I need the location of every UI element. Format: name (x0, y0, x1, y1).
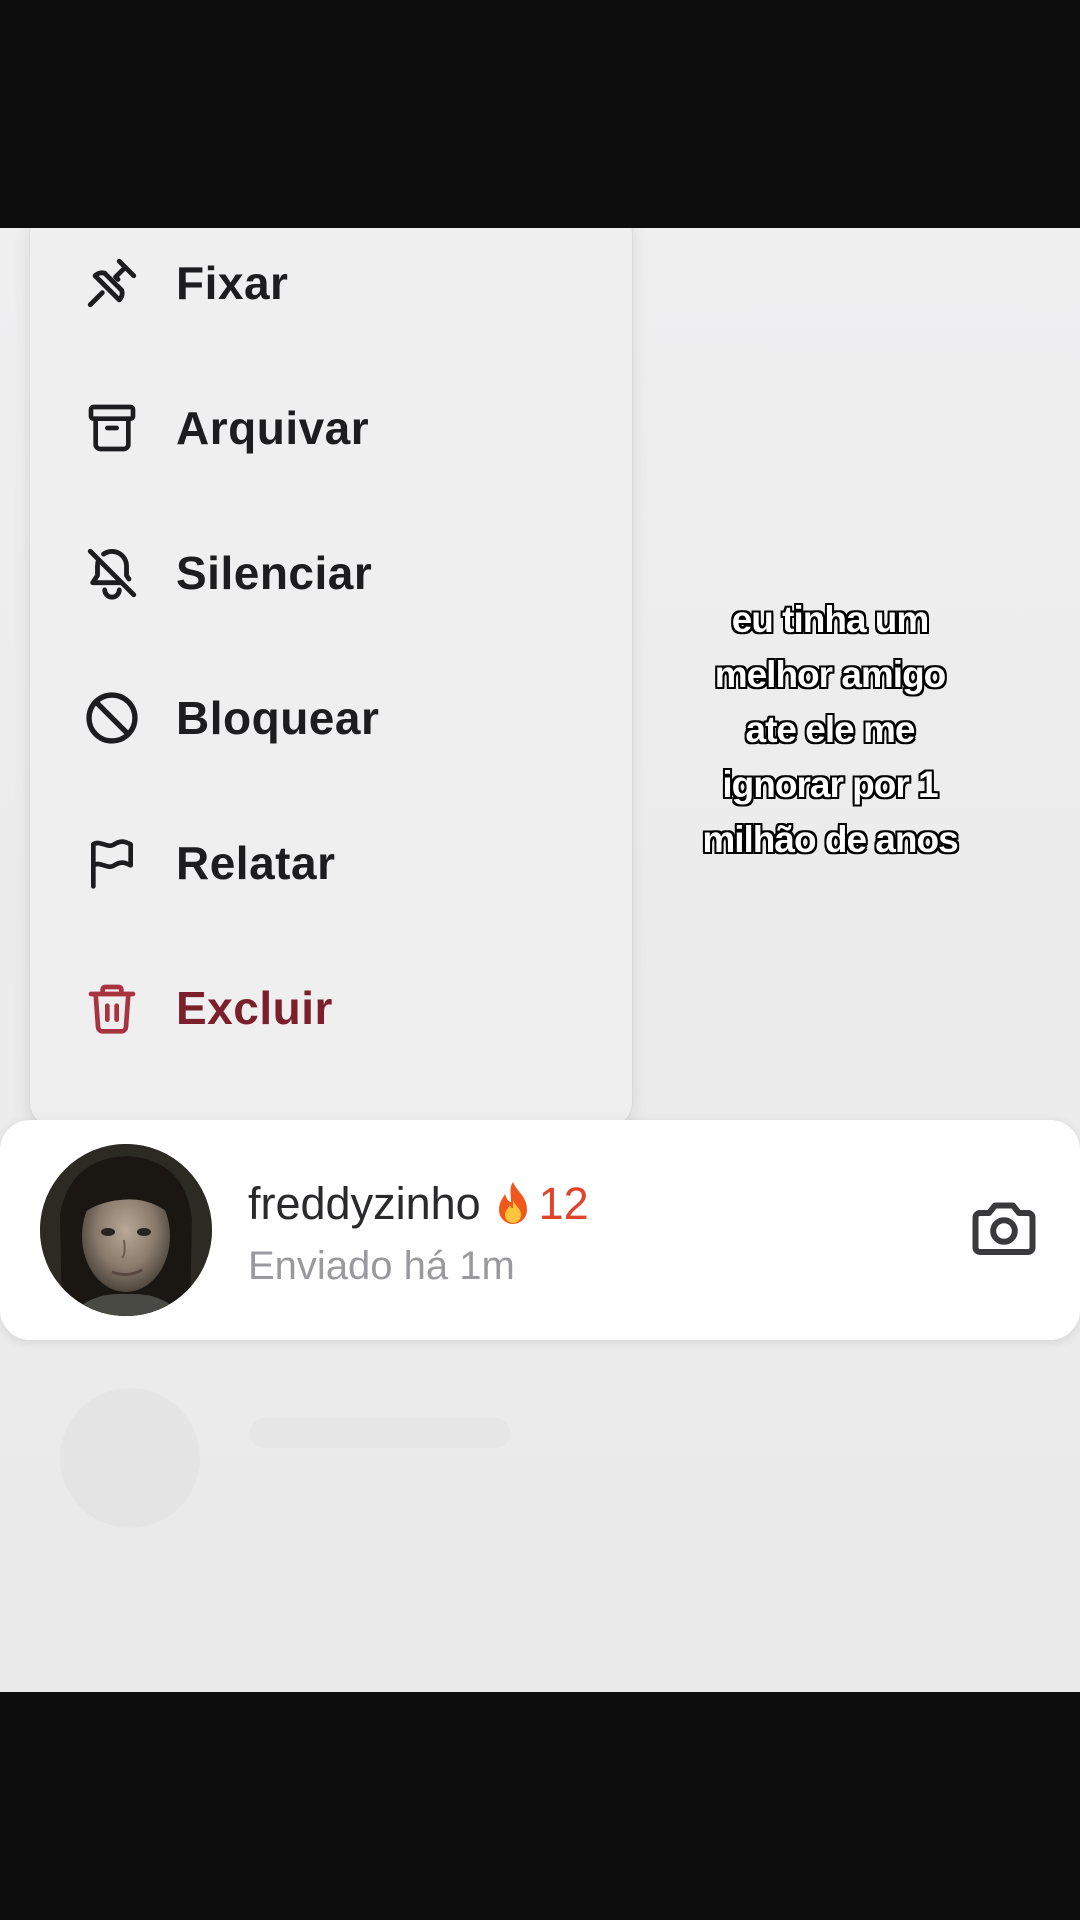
menu-item-report[interactable]: Relatar (82, 823, 335, 903)
letterbox-bottom (0, 1692, 1080, 1920)
trash-icon (82, 978, 142, 1038)
screen: Fixar Arquivar Silenciar Bloquear Relata… (0, 228, 1080, 1692)
camera-icon (968, 1192, 1040, 1269)
caption-line: melhor amigo (714, 654, 947, 695)
bell-off-icon (82, 543, 142, 603)
caption-line: ate ele me (745, 709, 916, 750)
caption-line: eu tinha um (731, 599, 930, 640)
menu-item-archive[interactable]: Arquivar (82, 388, 369, 468)
chat-row[interactable]: freddyzinho 12 Enviado há 1m (0, 1120, 1080, 1340)
streak-count: 12 (538, 1178, 589, 1229)
letterbox-top (0, 0, 1080, 228)
menu-item-label: Excluir (176, 982, 333, 1034)
flag-icon (82, 833, 142, 893)
menu-item-mute[interactable]: Silenciar (82, 533, 372, 613)
faded-avatar (60, 1388, 200, 1528)
menu-item-pin[interactable]: Fixar (82, 243, 288, 323)
chat-status: Enviado há 1m (248, 1244, 515, 1288)
fire-icon (493, 1180, 533, 1228)
menu-item-label: Bloquear (176, 692, 380, 744)
pin-icon (82, 253, 142, 313)
menu-item-label: Arquivar (176, 402, 370, 454)
context-menu: Fixar Arquivar Silenciar Bloquear Relata… (30, 228, 632, 1128)
camera-button[interactable] (966, 1192, 1042, 1268)
contact-name: freddyzinho (248, 1178, 481, 1229)
menu-item-label: Silenciar (176, 547, 373, 599)
block-icon (82, 688, 142, 748)
menu-item-block[interactable]: Bloquear (82, 678, 379, 758)
menu-item-delete[interactable]: Excluir (82, 968, 333, 1048)
caption-line: milhão de anos (702, 819, 958, 860)
avatar[interactable] (40, 1144, 212, 1316)
menu-item-label: Relatar (176, 837, 336, 889)
overlay-caption: eu tinha um melhor amigo ate ele me igno… (660, 592, 1000, 867)
faded-row-line (250, 1418, 510, 1448)
caption-line: ignorar por 1 (722, 764, 938, 805)
menu-item-label: Fixar (176, 257, 289, 309)
archive-icon (82, 398, 142, 458)
chat-title-row: freddyzinho 12 (248, 1174, 589, 1234)
